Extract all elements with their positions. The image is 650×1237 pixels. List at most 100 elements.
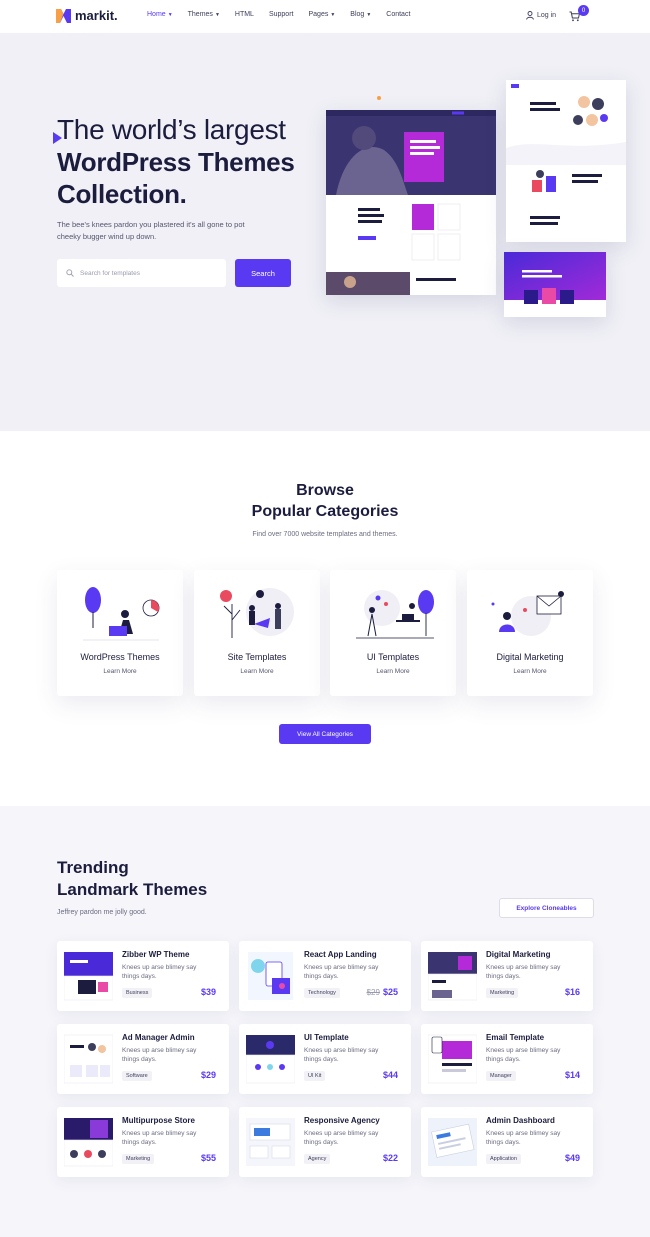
login-link[interactable]: Log in (526, 11, 556, 20)
product-description: Knees up arse blimey say things days. (486, 1047, 561, 1063)
view-all-categories-button[interactable]: View All Categories (279, 724, 371, 744)
category-card-digital-marketing[interactable]: Digital Marketing Learn More (467, 570, 593, 696)
menu-item-label: Pages (308, 11, 329, 18)
trending-title-line2: Landmark Themes (57, 880, 208, 899)
menu-item-home[interactable]: Home ▼ (147, 11, 173, 18)
hero-title-line1: The world’s largest (57, 114, 286, 145)
product-description: Knees up arse blimey say things days. (304, 1130, 379, 1146)
category-name: WordPress Themes (80, 652, 160, 662)
explore-cloneables-button[interactable]: Explore Cloneables (499, 898, 594, 918)
product-name: Ad Manager Admin (122, 1033, 195, 1042)
hero-title-line2: WordPress Themes (57, 147, 295, 177)
product-price: $29 (201, 1070, 216, 1080)
product-tag: Marketing (122, 1154, 155, 1164)
theme-preview-mockup (326, 110, 496, 295)
product-tag: Business (122, 988, 153, 998)
current-price: $29 (200, 1070, 216, 1080)
product-price: $29 $25 (367, 987, 398, 997)
product-description: Knees up arse blimey say things days. (122, 964, 197, 980)
current-price: $39 (200, 987, 216, 997)
product-thumbnail (428, 952, 477, 1001)
learn-more-link[interactable]: Learn More (467, 668, 593, 675)
product-thumbnail (248, 952, 293, 1000)
cart-count-badge: 0 (578, 5, 589, 16)
menu-item-label: Support (268, 11, 294, 18)
cart-button[interactable]: 0 (569, 5, 589, 27)
product-name: Multipurpose Store (122, 1116, 195, 1125)
category-card-ui-templates[interactable]: UI Templates Learn More (330, 570, 456, 696)
mockup-illustration (504, 252, 606, 304)
search-icon (66, 269, 74, 277)
product-name: React App Landing (304, 950, 377, 959)
brand-logo[interactable]: markit. (56, 8, 118, 23)
product-card[interactable]: Multipurpose Store Knees up arse blimey … (57, 1107, 229, 1177)
product-tag: UI Kit (304, 1071, 326, 1081)
logo-mark-icon (56, 8, 71, 23)
category-name: Digital Marketing (496, 652, 564, 662)
product-description: Knees up arse blimey say things days. (304, 964, 379, 980)
menu-item-html[interactable]: HTML (235, 11, 254, 18)
theme-preview-mockup (504, 252, 606, 317)
trending-subtitle: Jeffrey pardon me jolly good. (57, 909, 147, 916)
product-name: Zibber WP Theme (122, 950, 190, 959)
learn-more-link[interactable]: Learn More (194, 668, 320, 675)
product-tag: Marketing (486, 988, 519, 998)
category-card-wordpress-themes[interactable]: WordPress Themes Learn More (57, 570, 183, 696)
product-card[interactable]: Admin Dashboard Knees up arse blimey say… (421, 1107, 593, 1177)
product-card[interactable]: React App Landing Knees up arse blimey s… (239, 941, 411, 1011)
product-price: $49 (565, 1153, 580, 1163)
menu-item-pages[interactable]: Pages ▼ (308, 11, 335, 18)
brand-name: markit. (75, 8, 118, 23)
dot-decoration (377, 96, 381, 100)
product-price: $55 (201, 1153, 216, 1163)
current-price: $14 (564, 1070, 580, 1080)
search-button[interactable]: Search (235, 259, 291, 287)
menu-item-themes[interactable]: Themes ▼ (188, 11, 220, 18)
product-name: Digital Marketing (486, 950, 551, 959)
menu-item-support[interactable]: Support (269, 11, 294, 18)
menu-item-blog[interactable]: Blog ▼ (350, 11, 371, 18)
product-card[interactable]: Digital Marketing Knees up arse blimey s… (421, 941, 593, 1011)
product-price: $39 (201, 987, 216, 997)
theme-preview-mockup (506, 80, 626, 242)
product-description: Knees up arse blimey say things days. (122, 1130, 197, 1146)
hero-subtitle: The bee's knees pardon you plastered it'… (57, 220, 245, 241)
product-tag: Agency (304, 1154, 331, 1164)
product-thumbnail (428, 1118, 477, 1166)
product-price: $22 (383, 1153, 398, 1163)
menu-item-label: HTML (234, 11, 254, 18)
category-card-site-templates[interactable]: Site Templates Learn More (194, 570, 320, 696)
product-description: Knees up arse blimey say things days. (122, 1047, 197, 1063)
main-menu: Home ▼ Themes ▼ HTML Support Pages ▼ Blog ▼ … (147, 11, 410, 18)
product-name: UI Template (304, 1033, 349, 1042)
menu-item-contact[interactable]: Contact (386, 11, 410, 18)
old-price: $29 (366, 988, 380, 997)
categories-title-line2: Popular Categories (251, 503, 399, 520)
product-price: $14 (565, 1070, 580, 1080)
search-input[interactable]: Search for templates (57, 259, 226, 287)
trending-title-line1: Trending (57, 858, 129, 877)
product-thumbnail (64, 952, 113, 1001)
product-card[interactable]: Ad Manager Admin Knees up arse blimey sa… (57, 1024, 229, 1094)
chevron-down-icon: ▼ (167, 11, 173, 18)
current-price: $44 (382, 1070, 398, 1080)
product-card[interactable]: Email Template Knees up arse blimey say … (421, 1024, 593, 1094)
product-thumbnail (246, 1118, 295, 1166)
hero-title-line3: Collection. (57, 179, 187, 209)
categories-subtitle: Find over 7000 website templates and the… (252, 531, 398, 538)
chevron-down-icon: ▼ (366, 11, 372, 18)
category-name: Site Templates (227, 652, 287, 662)
product-card[interactable]: Zibber WP Theme Knees up arse blimey say… (57, 941, 229, 1011)
learn-more-link[interactable]: Learn More (330, 668, 456, 675)
learn-more-link[interactable]: Learn More (57, 668, 183, 675)
menu-item-label: Home (147, 11, 166, 18)
product-name: Email Template (486, 1033, 545, 1042)
current-price: $55 (200, 1153, 216, 1163)
product-tag: Technology (304, 988, 340, 998)
product-description: Knees up arse blimey say things days. (486, 1130, 561, 1146)
ui-templates-illustration (356, 590, 434, 639)
menu-item-label: Contact (386, 11, 411, 18)
product-price: $44 (383, 1070, 398, 1080)
product-card[interactable]: UI Template Knees up arse blimey say thi… (239, 1024, 411, 1094)
product-card[interactable]: Responsive Agency Knees up arse blimey s… (239, 1107, 411, 1177)
